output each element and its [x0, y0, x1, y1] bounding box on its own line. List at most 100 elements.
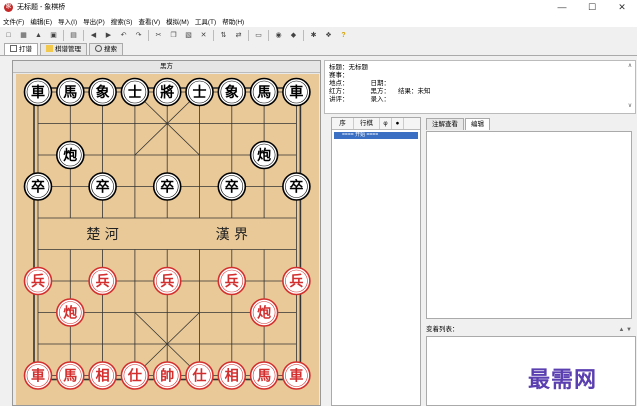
menu-view[interactable]: 查看(V)	[138, 16, 160, 26]
scroll-down-icon[interactable]: ∨	[626, 102, 634, 110]
info-scrollbar[interactable]: ∧ ∨	[626, 62, 634, 112]
engine-icon[interactable]: ◉	[273, 30, 284, 41]
menu-help[interactable]: 帮助(H)	[222, 16, 244, 26]
tab-comment-view[interactable]: 注解查看	[426, 118, 464, 130]
toolbar-separator	[213, 29, 214, 41]
red-piece-label: 仕	[127, 368, 142, 385]
swap-icon[interactable]: ⇄	[233, 30, 244, 41]
col-index[interactable]: 序	[332, 118, 354, 129]
copy-icon[interactable]: ❐	[168, 30, 179, 41]
scroll-up-icon[interactable]: ∧	[626, 62, 634, 70]
red-piece-label: 車	[31, 368, 45, 385]
black-piece-label: 炮	[257, 147, 271, 164]
tab-game-management[interactable]: 棋谱管理	[40, 43, 87, 55]
red-piece-label: 炮	[63, 305, 77, 322]
open-icon[interactable]: ▲	[33, 30, 44, 41]
toolbar: □ ▦ ▲ ▣ ▤ ◀ ▶ ↶ ↷ ✂ ❐ ▧ ✕ ⇅ ⇄ ▭ ◉ ◆ ✱ ❖?	[0, 27, 637, 43]
red-piece-label: 兵	[31, 273, 45, 290]
maximize-button[interactable]: ☐	[577, 0, 607, 14]
black-piece-label: 炮	[63, 147, 77, 164]
paste-icon[interactable]: ▧	[183, 30, 194, 41]
move-list-header: 序 行棋 φ ●	[332, 118, 420, 130]
flip-icon[interactable]: ⇅	[218, 30, 229, 41]
comment-textarea[interactable]	[426, 131, 632, 319]
menu-edit[interactable]: 编辑(E)	[30, 16, 52, 26]
red-piece-label: 馬	[63, 369, 77, 385]
window-title: 无标题 - 象棋桥	[17, 4, 66, 11]
close-button[interactable]: ✕	[607, 0, 637, 14]
col-phi[interactable]: φ	[380, 118, 392, 129]
red-piece-label: 馬	[257, 369, 271, 385]
info-red: 红方：	[329, 88, 349, 95]
forward-icon[interactable]: ▶	[103, 30, 114, 41]
move-list-panel: 序 行棋 φ ● ==== 开始 ====	[331, 117, 421, 406]
tab-search[interactable]: 搜索	[89, 43, 123, 55]
toolbar-separator	[63, 29, 64, 41]
red-piece-label: 兵	[96, 273, 110, 290]
library-icon[interactable]: ❖	[323, 30, 334, 41]
black-piece-label: 卒	[31, 179, 45, 196]
search-icon	[95, 45, 102, 52]
menu-tools[interactable]: 工具(T)	[195, 16, 216, 26]
black-piece-label: 卒	[160, 179, 174, 196]
delete-icon[interactable]: ✕	[198, 30, 209, 41]
cut-icon[interactable]: ✂	[153, 30, 164, 41]
black-piece-label: 馬	[63, 85, 77, 101]
watermark-logo: 最需网	[528, 367, 598, 393]
menu-simulate[interactable]: 模拟(M)	[166, 16, 189, 26]
minimize-button[interactable]: —	[547, 0, 577, 14]
board-panel: 黑方 123456789楚 河漢 界車馬象士將士象馬車炮炮卒卒卒卒卒兵兵兵兵兵炮…	[12, 60, 321, 406]
tag-icon[interactable]: ◆	[288, 30, 299, 41]
menu-bar: 文件(F) 编辑(E) 导入(I) 导出(P) 搜索(S) 查看(V) 模拟(M…	[0, 14, 637, 27]
board-header: 黑方	[13, 61, 320, 73]
new-icon[interactable]: □	[3, 30, 14, 41]
menu-search[interactable]: 搜索(S)	[111, 16, 133, 26]
black-piece-label: 卒	[225, 179, 239, 196]
red-piece-label: 相	[96, 368, 110, 385]
river-text-chu: 楚 河	[86, 227, 118, 243]
folder-icon	[46, 45, 53, 52]
variation-list-label: 变着列表：	[426, 326, 459, 333]
help-icon[interactable]: ?	[338, 30, 349, 41]
info-place: 地点：	[329, 80, 349, 87]
red-piece-label: 仕	[192, 368, 207, 385]
red-piece-label: 兵	[160, 273, 174, 290]
black-piece-label: 車	[289, 84, 303, 101]
save-icon[interactable]: ▣	[48, 30, 59, 41]
menu-import[interactable]: 导入(I)	[58, 16, 77, 26]
info-date: 日期：	[370, 80, 391, 87]
back-icon[interactable]: ◀	[88, 30, 99, 41]
tab-edit[interactable]: 编辑	[465, 118, 490, 130]
analysis-icon[interactable]: ✱	[308, 30, 319, 41]
red-piece-label: 兵	[289, 273, 303, 290]
black-piece-label: 車	[31, 84, 45, 101]
menu-file[interactable]: 文件(F)	[3, 16, 24, 26]
variation-nav-arrows[interactable]: ▲ ▼	[618, 325, 632, 335]
undo-icon[interactable]: ↶	[118, 30, 129, 41]
toolbar-separator	[83, 29, 84, 41]
toolbar-separator	[268, 29, 269, 41]
board-icon[interactable]: ▦	[18, 30, 29, 41]
menu-export[interactable]: 导出(P)	[83, 16, 105, 26]
list-item[interactable]: ==== 开始 ====	[334, 132, 418, 139]
print-icon[interactable]: ▤	[68, 30, 79, 41]
window-icon[interactable]: ▭	[253, 30, 264, 41]
info-title: 标题：无标题	[329, 64, 368, 71]
red-piece-label: 相	[225, 368, 239, 385]
notation-icon	[10, 45, 17, 52]
toolbar-separator	[248, 29, 249, 41]
game-info-panel: 标题：无标题 赛事： 地点： 日期： 红方： 黑方： 结果：未知 讲评： 录入： ∧ ∨	[324, 60, 636, 114]
black-piece-label: 卒	[289, 179, 303, 196]
col-move[interactable]: 行棋	[354, 118, 380, 129]
info-event: 赛事：	[329, 72, 349, 79]
title-bar: 象 无标题 - 象棋桥 — ☐ ✕	[0, 0, 637, 14]
tab-notation[interactable]: 打谱	[4, 43, 38, 55]
red-piece-label: 車	[289, 368, 303, 385]
col-dot[interactable]: ●	[392, 118, 404, 129]
info-result: 结果：未知	[398, 88, 431, 95]
info-recorder: 录入：	[370, 96, 391, 103]
redo-icon[interactable]: ↷	[133, 30, 144, 41]
toolbar-separator	[303, 29, 304, 41]
xiangqi-board[interactable]: 123456789楚 河漢 界車馬象士將士象馬車炮炮卒卒卒卒卒兵兵兵兵兵炮炮車馬…	[16, 74, 319, 406]
toolbar-separator	[148, 29, 149, 41]
